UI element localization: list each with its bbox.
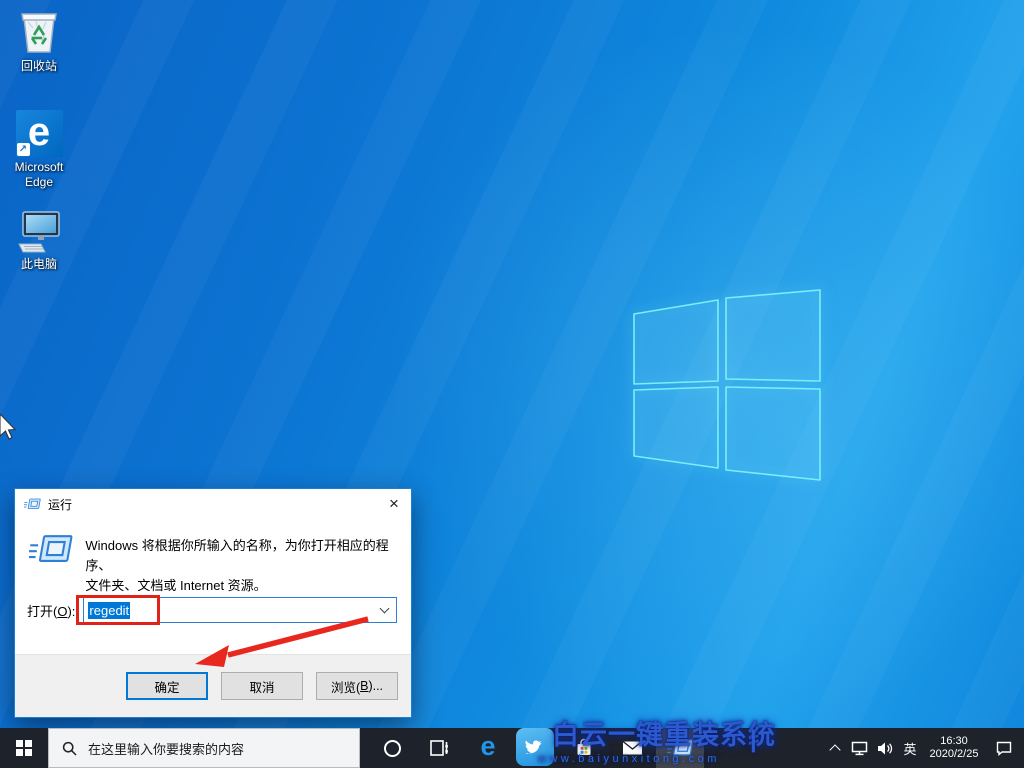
store-icon (577, 738, 591, 755)
run-dialog-icon (29, 533, 73, 568)
dialog-title: 运行 (48, 497, 73, 512)
annotation-arrow (195, 616, 369, 667)
tray-volume-button[interactable] (872, 728, 898, 768)
tray-time: 16:30 (940, 735, 968, 747)
edge-icon: e ↗ (15, 110, 63, 157)
task-view-icon (430, 740, 448, 756)
search-icon (62, 741, 77, 756)
desktop: 回收站 e ↗ Microsoft Edge 此电脑 运行 × Windows … (0, 0, 1024, 768)
icon-label: Microsoft Edge (14, 160, 64, 189)
taskbar-store-button[interactable] (560, 728, 608, 768)
speaker-icon (878, 742, 893, 754)
start-button[interactable] (0, 728, 48, 768)
description-line1: Windows 将根据你所输入的名称，为你打开相应的程序、 (85, 538, 389, 573)
close-button[interactable]: × (377, 490, 411, 519)
system-tray: 英 16:30 2020/2/25 (824, 728, 1024, 768)
run-window-icon (24, 498, 41, 511)
twitter-bird-icon (516, 728, 554, 766)
windows-logo (633, 289, 821, 481)
cortana-icon (383, 739, 401, 757)
mouse-cursor (0, 413, 17, 440)
edge-icon: e (480, 730, 496, 761)
browse-button[interactable]: 浏览(B)... (316, 672, 398, 700)
this-pc-icon (18, 211, 60, 253)
run-window-icon (667, 738, 694, 759)
taskbar-task-view-button[interactable] (416, 728, 464, 768)
chevron-down-icon (379, 603, 389, 614)
icon-label: 此电脑 (20, 257, 57, 271)
run-dialog: 运行 × Windows 将根据你所输入的名称，为你打开相应的程序、 文件夹、文… (14, 488, 412, 718)
mail-icon (622, 740, 642, 755)
tray-expand-button[interactable] (824, 728, 846, 768)
run-description: Windows 将根据你所输入的名称，为你打开相应的程序、 文件夹、文档或 In… (29, 533, 403, 596)
tray-clock[interactable]: 16:30 2020/2/25 (922, 728, 986, 768)
tray-date: 2020/2/25 (929, 748, 979, 760)
annotation-highlight-box (76, 595, 160, 625)
tray-network-button[interactable] (846, 728, 872, 768)
tray-ime-indicator[interactable]: 英 (898, 728, 922, 768)
action-center-button[interactable] (986, 728, 1022, 768)
desktop-icon-edge[interactable]: e ↗ Microsoft Edge (1, 110, 77, 190)
ok-button[interactable]: 确定 (126, 672, 208, 700)
start-icon (16, 740, 32, 756)
notification-icon (996, 741, 1012, 756)
desktop-icon-recycle-bin[interactable]: 回收站 (1, 8, 77, 74)
taskbar-mail-button[interactable] (608, 728, 656, 768)
taskbar-edge-button[interactable]: e (464, 728, 512, 768)
shortcut-arrow-icon: ↗ (16, 143, 30, 156)
taskbar-search-box[interactable]: 在这里输入你要搜索的内容 (48, 728, 360, 768)
taskbar-run-button[interactable] (656, 728, 704, 768)
chevron-up-icon (829, 744, 841, 756)
monitor-network-icon (851, 741, 867, 755)
recycle-bin-icon (21, 13, 57, 53)
desktop-icon-this-pc[interactable]: 此电脑 (1, 206, 77, 272)
search-placeholder: 在这里输入你要搜索的内容 (88, 741, 245, 757)
combobox-dropdown-button[interactable] (372, 598, 396, 622)
cancel-button[interactable]: 取消 (221, 672, 303, 700)
run-dialog-titlebar[interactable]: 运行 × (15, 489, 411, 519)
taskbar-cortana-button[interactable] (368, 728, 416, 768)
close-icon: × (389, 494, 399, 513)
taskbar: 在这里输入你要搜索的内容 e 英 16:30 2020/2/25 (0, 728, 1024, 768)
open-label: 打开(O): (27, 603, 76, 619)
icon-label: 回收站 (20, 59, 57, 73)
